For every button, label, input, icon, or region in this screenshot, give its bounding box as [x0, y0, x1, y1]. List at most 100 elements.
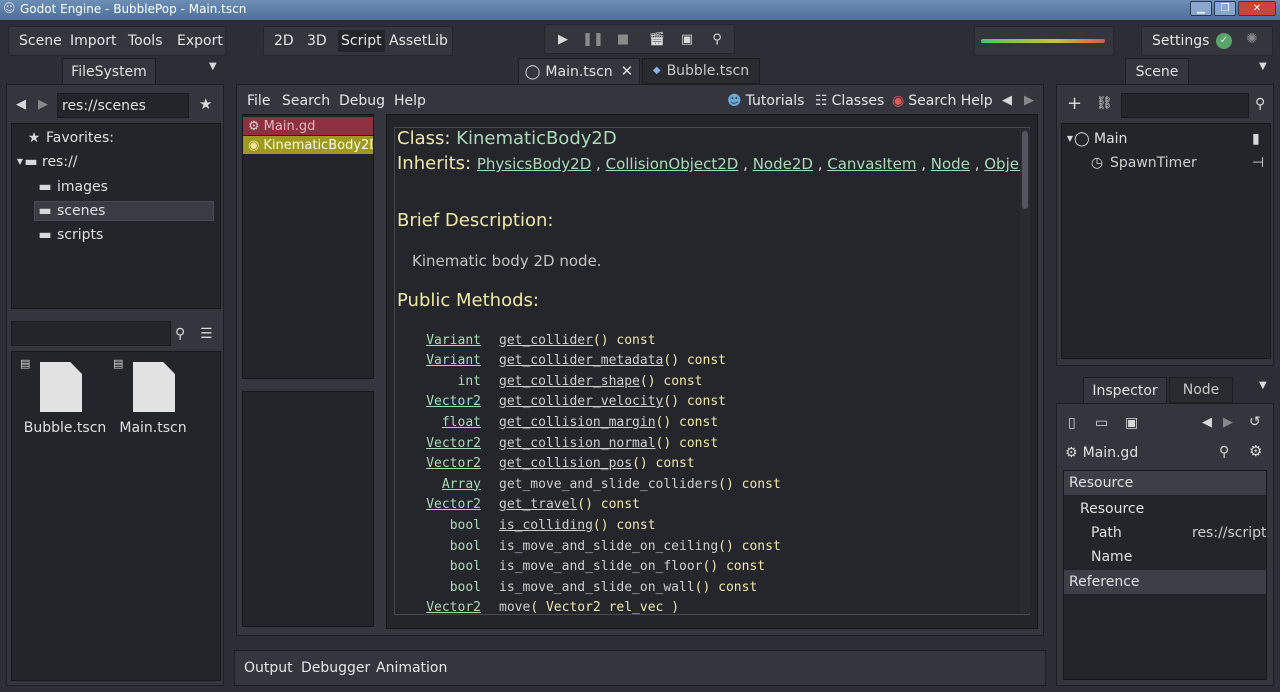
add-node-icon[interactable]: +: [1067, 95, 1082, 113]
tree-folder-scripts[interactable]: ▬ scripts: [38, 225, 214, 245]
method-name[interactable]: get_collider: [499, 333, 593, 348]
menu-tools[interactable]: Tools: [128, 27, 163, 55]
script-menu-help[interactable]: Help: [394, 87, 426, 115]
node-spawntimer[interactable]: ◷ SpawnTimer ⊣: [1090, 153, 1266, 173]
menu-import[interactable]: Import: [70, 27, 116, 55]
search-help-button[interactable]: ◉ Search Help: [892, 87, 993, 115]
dock-menu-icon[interactable]: ▼: [1259, 381, 1267, 391]
forward-arrow-icon[interactable]: ▶: [38, 98, 48, 111]
help-scrollbar[interactable]: [1020, 129, 1030, 613]
return-type[interactable]: Vector2: [395, 600, 481, 614]
object-settings-icon[interactable]: ⚙: [1249, 444, 1262, 459]
method-name[interactable]: get_travel: [499, 497, 577, 512]
search-icon[interactable]: ⚲: [175, 327, 185, 341]
signal-icon[interactable]: ⊣: [1252, 156, 1264, 170]
method-name[interactable]: get_collider_shape: [499, 374, 640, 389]
scene-tab-main[interactable]: ◯ Main.tscn ✕: [518, 58, 640, 84]
script-menu-search[interactable]: Search: [282, 87, 330, 115]
tab-scene[interactable]: Scene: [1125, 58, 1189, 84]
script-menu-debug[interactable]: Debug: [339, 87, 385, 115]
play-scene-button[interactable]: 🎬︎: [645, 27, 669, 51]
return-type[interactable]: Variant: [395, 353, 481, 368]
workspace-script[interactable]: Script: [338, 30, 385, 52]
menu-export[interactable]: Export: [177, 27, 223, 55]
settings-button[interactable]: Settings: [1152, 27, 1209, 55]
return-type[interactable]: Vector2: [395, 497, 481, 512]
return-type[interactable]: float: [395, 415, 481, 430]
next-script-icon[interactable]: ▶: [1024, 94, 1034, 107]
return-type[interactable]: Vector2: [395, 456, 481, 471]
inherit-link[interactable]: CollisionObject2D: [606, 155, 739, 173]
path-field[interactable]: res://scenes: [57, 93, 189, 118]
return-type[interactable]: Variant: [395, 333, 481, 348]
open-folder-icon[interactable]: ▭: [1095, 416, 1108, 430]
new-resource-icon[interactable]: ▯: [1068, 416, 1076, 430]
history-icon[interactable]: ↺: [1249, 415, 1261, 429]
tree-root-row[interactable]: ▼ ▬ res://: [16, 152, 78, 172]
play-custom-scene-button[interactable]: ▣: [675, 27, 699, 51]
remote-debug-button[interactable]: ⚲: [705, 27, 729, 51]
inherit-link[interactable]: Node: [931, 155, 970, 173]
scene-search-input[interactable]: [1121, 93, 1249, 118]
return-type[interactable]: Vector2: [395, 394, 481, 409]
star-icon[interactable]: ★: [199, 97, 212, 112]
bottom-tab-output[interactable]: Output: [244, 654, 293, 682]
collapse-arrow-icon[interactable]: ▼: [16, 158, 24, 166]
tree-folder-scenes[interactable]: ▬ scenes: [34, 201, 214, 221]
workspace-3d[interactable]: 3D: [307, 27, 327, 55]
inherit-link[interactable]: PhysicsBody2D: [477, 155, 591, 173]
search-icon[interactable]: ⚲: [1219, 445, 1229, 459]
script-menu-file[interactable]: File: [247, 87, 270, 115]
history-forward-icon[interactable]: ▶: [1223, 416, 1233, 429]
list-view-icon[interactable]: ☰: [200, 327, 213, 341]
close-window-button[interactable]: ✕: [1238, 1, 1276, 16]
subsection-resource[interactable]: Resource: [1080, 498, 1144, 520]
script-attached-icon[interactable]: ▮: [1252, 132, 1260, 146]
history-back-icon[interactable]: ◀: [1202, 416, 1212, 429]
property-path-value[interactable]: res://scripts: [1192, 522, 1266, 544]
back-arrow-icon[interactable]: ◀: [16, 98, 26, 111]
tree-folder-images[interactable]: ▬ images: [38, 177, 214, 197]
file-item[interactable]: ▤ Main.tscn: [113, 358, 193, 438]
previous-script-icon[interactable]: ◀: [1002, 94, 1012, 107]
method-name[interactable]: get_collider_velocity: [499, 394, 663, 409]
script-list-item-help[interactable]: ◉ KinematicBody2D: [243, 136, 373, 154]
workspace-assetlib[interactable]: AssetLib: [389, 27, 448, 55]
file-item[interactable]: ▤ Bubble.tscn: [20, 358, 106, 438]
section-resource[interactable]: Resource: [1064, 471, 1266, 495]
tutorials-button[interactable]: ☻ Tutorials: [727, 87, 804, 115]
node-main[interactable]: ▼ ◯ Main ▮: [1066, 129, 1266, 149]
bottom-tab-debugger[interactable]: Debugger: [301, 654, 370, 682]
tab-node[interactable]: Node: [1169, 377, 1233, 403]
inherit-link[interactable]: CanvasItem: [827, 155, 916, 173]
favorites-row[interactable]: ★ Favorites:: [26, 128, 114, 148]
method-name[interactable]: get_collision_margin: [499, 415, 656, 430]
return-type[interactable]: Array: [395, 477, 481, 492]
file-search-input[interactable]: [11, 321, 171, 346]
dock-menu-icon[interactable]: ▼: [1259, 62, 1267, 72]
method-name[interactable]: get_collision_pos: [499, 456, 632, 471]
play-button[interactable]: ▶: [551, 27, 575, 51]
workspace-2d[interactable]: 2D: [274, 27, 294, 55]
script-list-item-main[interactable]: ⚙ Main.gd: [243, 117, 373, 135]
menu-scene[interactable]: Scene: [19, 27, 62, 55]
scrollbar-thumb[interactable]: [1022, 131, 1028, 209]
tab-inspector[interactable]: Inspector: [1083, 377, 1167, 403]
return-type[interactable]: Vector2: [395, 436, 481, 451]
stop-button[interactable]: ■: [611, 27, 635, 51]
inherit-link[interactable]: Node2D: [753, 155, 813, 173]
dock-menu-icon[interactable]: ▼: [209, 62, 217, 72]
link-icon[interactable]: ⛓: [1096, 97, 1113, 110]
section-reference[interactable]: Reference: [1064, 570, 1266, 594]
method-name[interactable]: get_collider_metadata: [499, 353, 663, 368]
maximize-button[interactable]: ❐: [1214, 1, 1236, 16]
search-icon[interactable]: ⚲: [1255, 97, 1265, 111]
scene-tab-bubble[interactable]: ◆ Bubble.tscn: [642, 58, 760, 84]
minimize-button[interactable]: ▁: [1190, 1, 1212, 16]
method-name[interactable]: is_colliding: [499, 518, 593, 533]
tab-filesystem[interactable]: FileSystem: [62, 58, 156, 84]
pause-button[interactable]: ❚❚: [581, 27, 605, 51]
classes-button[interactable]: ☷ Classes: [815, 87, 884, 115]
collapse-arrow-icon[interactable]: ▼: [1066, 135, 1074, 143]
close-icon[interactable]: ✕: [621, 64, 634, 79]
